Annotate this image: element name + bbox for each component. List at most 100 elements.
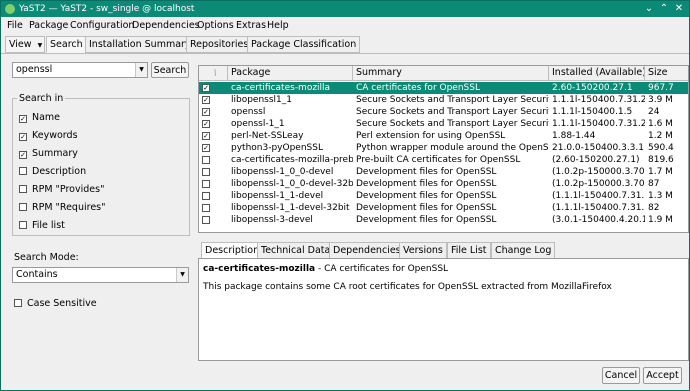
column-package-header[interactable]: Package: [228, 66, 353, 81]
tab-versions[interactable]: Versions: [399, 242, 447, 259]
column-size-header[interactable]: Size: [645, 66, 688, 81]
checkbox-summary-label: Summary: [32, 148, 78, 159]
cell-summary: Secure Sockets and Transport Layer Secur…: [356, 95, 549, 105]
table-row[interactable]: ca-certificates-mozilla-prebu...Pre-buil…: [199, 154, 688, 166]
checkbox-file-list[interactable]: File list: [19, 220, 65, 232]
maximize-icon[interactable]: ⌃: [658, 3, 670, 15]
view-menu-button[interactable]: View ▼: [5, 36, 45, 53]
package-status-checkbox[interactable]: ✓: [202, 108, 210, 116]
table-row[interactable]: libopenssl-1_1-devel Development files fo…: [199, 190, 688, 202]
checkbox-rpm-provides-box[interactable]: [19, 185, 27, 193]
table-row[interactable]: libopenssl-3-devel Development files for …: [199, 214, 688, 226]
cell-summary: Secure Sockets and Transport Layer Secur…: [356, 119, 549, 129]
search-mode-label: Search Mode:: [14, 252, 79, 263]
package-status-checkbox[interactable]: [202, 204, 210, 212]
accept-button[interactable]: Accept: [643, 367, 682, 384]
checkbox-rpm-requires-label: RPM "Requires": [32, 202, 106, 213]
table-row[interactable]: libopenssl-1_0_0-devel-32bit Development …: [199, 178, 688, 190]
checkbox-description-box[interactable]: [19, 167, 27, 175]
tab-search[interactable]: Search: [46, 36, 87, 53]
cell-package: ca-certificates-mozilla: [231, 83, 331, 93]
menu-extras[interactable]: Extras: [236, 17, 266, 34]
tab-installation-summary[interactable]: Installation Summary: [85, 36, 195, 53]
table-row[interactable]: libopenssl-1_1-devel-32bit Development fi…: [199, 202, 688, 214]
chevron-down-icon[interactable]: ▼: [135, 63, 147, 77]
checkbox-keywords-label: Keywords: [32, 130, 78, 141]
cell-summary: Development files for OpenSSL: [356, 191, 497, 201]
tab-dependencies[interactable]: Dependencies: [329, 242, 405, 259]
table-row[interactable]: ✓ openssl-1_1 Secure Sockets and Transport…: [199, 118, 688, 130]
package-table: / Package Summary Installed (Available) …: [198, 65, 689, 233]
cell-summary: Pre-built CA certificates for OpenSSL: [356, 155, 521, 165]
menu-dependencies[interactable]: Dependencies: [132, 17, 200, 34]
minimize-icon[interactable]: ⌄: [643, 3, 655, 15]
column-status-header[interactable]: /: [199, 66, 228, 81]
checkbox-file-list-box[interactable]: [19, 221, 27, 229]
search-input[interactable]: openssl ▼: [12, 62, 148, 78]
menu-help[interactable]: Help: [267, 17, 289, 34]
checkbox-name[interactable]: ✓ Name: [19, 112, 60, 124]
menu-bar: File Package Configuration Dependencies …: [1, 17, 689, 34]
checkbox-rpm-requires[interactable]: RPM "Requires": [19, 202, 106, 214]
checkbox-summary[interactable]: ✓ Summary: [19, 148, 78, 160]
yast-app-icon: [5, 4, 15, 14]
cell-size: 1.2 M: [648, 131, 673, 141]
tab-repositories[interactable]: Repositories: [186, 36, 253, 53]
search-mode-select[interactable]: Contains ▼: [12, 267, 189, 283]
cell-size: 87: [648, 179, 660, 189]
checkbox-case-sensitive[interactable]: Case Sensitive: [14, 298, 97, 310]
menu-options[interactable]: Options: [197, 17, 234, 34]
column-installed-header[interactable]: Installed (Available): [549, 66, 645, 81]
title-bar[interactable]: YaST2 — YaST2 - sw_single @ localhost ⌄ …: [1, 1, 689, 17]
package-status-checkbox[interactable]: [202, 216, 210, 224]
close-icon[interactable]: ✕: [673, 3, 685, 15]
menu-configuration[interactable]: Configuration: [70, 17, 134, 34]
detail-tab-bar: Description Technical Data Dependencies …: [198, 242, 689, 259]
cancel-button[interactable]: Cancel: [602, 367, 640, 384]
table-row[interactable]: ✓ libopenssl1_1 Secure Sockets and Transpo…: [199, 94, 688, 106]
description-body: This package contains some CA root certi…: [203, 282, 612, 292]
package-status-checkbox[interactable]: ✓: [202, 132, 210, 140]
table-row[interactable]: ✓ perl-Net-SSLeay Perl extension for using…: [199, 130, 688, 142]
table-row[interactable]: ✓ openssl Secure Sockets and Transport Lay…: [199, 106, 688, 118]
tab-file-list[interactable]: File List: [447, 242, 491, 259]
column-summary-header[interactable]: Summary: [353, 66, 549, 81]
cell-summary: Development files for OpenSSL: [356, 179, 497, 189]
tab-change-log[interactable]: Change Log: [491, 242, 556, 259]
tab-package-classification[interactable]: Package Classification: [247, 36, 361, 53]
package-status-checkbox[interactable]: ✓: [202, 84, 210, 92]
tab-description[interactable]: Description: [201, 242, 264, 259]
search-button[interactable]: Search: [151, 62, 189, 78]
menu-package[interactable]: Package: [29, 17, 68, 34]
checkbox-keywords-box[interactable]: ✓: [19, 133, 27, 141]
table-row[interactable]: ✓ ca-certificates-mozilla CA certificates …: [199, 82, 688, 94]
menu-file[interactable]: File: [7, 17, 23, 34]
table-row[interactable]: ✓ python3-pyOpenSSL Python wrapper module …: [199, 142, 688, 154]
cell-installed: 2.60-150200.27.1: [552, 83, 633, 93]
checkbox-keywords[interactable]: ✓ Keywords: [19, 130, 78, 142]
tab-technical-data[interactable]: Technical Data: [257, 242, 335, 259]
cell-package: libopenssl-1_1-devel: [231, 191, 324, 201]
checkbox-rpm-provides[interactable]: RPM "Provides": [19, 184, 104, 196]
checkbox-name-label: Name: [32, 112, 61, 123]
checkbox-summary-box[interactable]: ✓: [19, 151, 27, 159]
package-status-checkbox[interactable]: [202, 180, 210, 188]
checkbox-file-list-label: File list: [32, 220, 65, 231]
view-label: View: [9, 39, 32, 50]
checkbox-rpm-requires-box[interactable]: [19, 203, 27, 211]
package-status-checkbox[interactable]: ✓: [202, 96, 210, 104]
package-status-checkbox[interactable]: [202, 156, 210, 164]
package-status-checkbox[interactable]: [202, 168, 210, 176]
checkbox-case-sensitive-box[interactable]: [14, 299, 22, 307]
checkbox-name-box[interactable]: ✓: [19, 115, 27, 123]
description-heading: ca-certificates-mozilla - CA certificate…: [203, 264, 684, 274]
cell-summary: CA certificates for OpenSSL: [356, 83, 480, 93]
cell-package: libopenssl-1_0_0-devel-32bit: [231, 179, 353, 189]
package-status-checkbox[interactable]: [202, 192, 210, 200]
checkbox-description[interactable]: Description: [19, 166, 86, 178]
main-tab-bar: View ▼ Search Installation Summary Repos…: [1, 34, 689, 54]
table-row[interactable]: libopenssl-1_0_0-devel Development files …: [199, 166, 688, 178]
package-status-checkbox[interactable]: ✓: [202, 144, 210, 152]
package-status-checkbox[interactable]: ✓: [202, 120, 210, 128]
cell-package: perl-Net-SSLeay: [231, 131, 304, 141]
